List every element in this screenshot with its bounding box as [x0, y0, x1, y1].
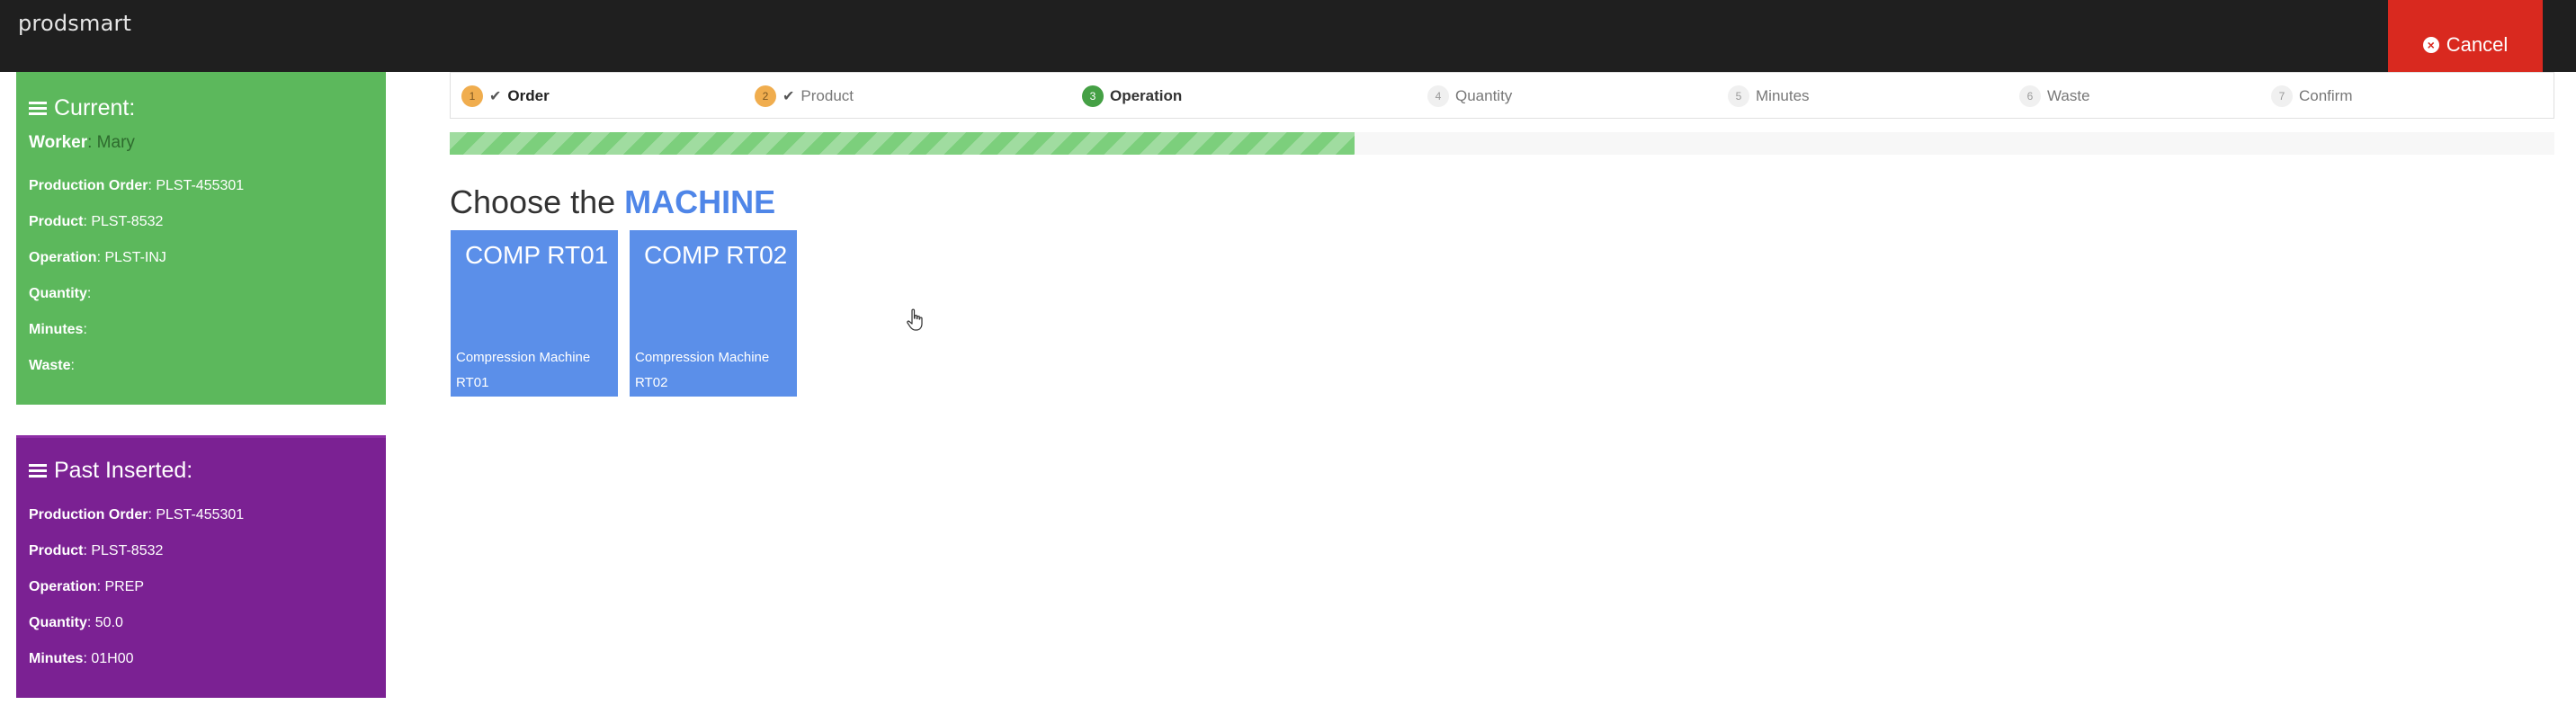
past-row-operation: Operation: PREP	[29, 579, 144, 595]
step-operation[interactable]: 3 Operation	[1082, 85, 1182, 107]
step-number: 4	[1427, 85, 1449, 107]
top-navbar: prodsmart × Cancel	[0, 0, 2576, 72]
machine-description: Compression Machine RT02	[635, 350, 770, 390]
current-row-minutes: Minutes:	[29, 322, 87, 338]
cancel-button[interactable]: × Cancel	[2388, 0, 2543, 72]
current-row-production-order: Production Order: PLST-455301	[29, 178, 244, 194]
worker-label: Worker	[29, 133, 88, 152]
step-product[interactable]: 2 ✔ Product	[755, 85, 854, 107]
hamburger-menu-icon	[29, 101, 47, 116]
step-label: Quantity	[1455, 87, 1513, 104]
heading-accent: MACHINE	[624, 183, 776, 220]
worker-value: : Mary	[87, 133, 135, 152]
row-label: Minutes	[29, 651, 84, 666]
row-value: : PLST-INJ	[96, 250, 166, 265]
past-row-product: Product: PLST-8532	[29, 543, 163, 559]
row-label: Quantity	[29, 286, 87, 301]
row-value: : PLST-8532	[83, 543, 164, 558]
step-number: 5	[1728, 85, 1749, 107]
cancel-button-label: Cancel	[2446, 33, 2509, 56]
row-label: Product	[29, 214, 84, 229]
row-label: Operation	[29, 250, 97, 265]
row-label: Product	[29, 543, 84, 558]
current-row-waste: Waste:	[29, 358, 75, 374]
current-row-product: Product: PLST-8532	[29, 214, 163, 230]
step-number: 7	[2271, 85, 2293, 107]
current-row-operation: Operation: PLST-INJ	[29, 250, 166, 266]
row-value: : PLST-8532	[83, 214, 164, 229]
past-panel-title: Past Inserted:	[29, 458, 192, 484]
step-label: Minutes	[1756, 87, 1810, 104]
past-panel-title-text: Past Inserted:	[54, 458, 193, 483]
times-circle-icon: ×	[2422, 37, 2439, 53]
step-confirm: 7 Confirm	[2271, 85, 2353, 107]
row-value: :	[70, 358, 75, 373]
step-label: Waste	[2047, 87, 2090, 104]
past-inserted-panel: Past Inserted: Production Order: PLST-45…	[16, 435, 386, 698]
row-label: Production Order	[29, 507, 148, 522]
machine-card-comp-rt02[interactable]: COMP RT02 Compression Machine RT02	[630, 230, 797, 397]
row-label: Operation	[29, 579, 97, 594]
worker-row: Worker: Mary	[29, 133, 135, 153]
row-value: : PREP	[96, 579, 145, 594]
checkmark-icon: ✔	[489, 89, 502, 104]
row-value: : 01H00	[83, 651, 134, 666]
row-value: : PLST-455301	[148, 178, 245, 193]
row-label: Waste	[29, 358, 71, 373]
step-waste: 6 Waste	[2019, 85, 2090, 107]
step-number: 6	[2019, 85, 2041, 107]
step-number: 1	[461, 85, 483, 107]
step-order[interactable]: 1 ✔ Order	[461, 85, 550, 107]
current-panel-title: Current:	[29, 95, 135, 121]
step-minutes: 5 Minutes	[1728, 85, 1810, 107]
hamburger-menu-icon	[29, 463, 47, 478]
machine-card-comp-rt01[interactable]: COMP RT01 Compression Machine RT01	[451, 230, 618, 397]
row-value: : PLST-455301	[148, 507, 245, 522]
app-logo[interactable]: prodsmart	[18, 11, 131, 36]
machine-code: COMP RT02	[644, 241, 788, 269]
step-number: 3	[1082, 85, 1104, 107]
step-number: 2	[755, 85, 776, 107]
hand-pointer-icon	[907, 308, 923, 331]
page-heading: Choose the MACHINE	[450, 183, 775, 221]
step-label: Confirm	[2299, 87, 2353, 104]
heading-prefix: Choose the	[450, 183, 625, 220]
wizard-step-bar: 1 ✔ Order 2 ✔ Product 3 Operation 4 Quanti…	[450, 72, 2554, 119]
machine-code: COMP RT01	[465, 241, 609, 269]
checkmark-icon: ✔	[783, 89, 795, 104]
current-panel: Current: Worker: Mary Production Order: …	[16, 72, 386, 405]
past-row-minutes: Minutes: 01H00	[29, 651, 134, 667]
step-label: Operation	[1110, 87, 1183, 104]
row-label: Minutes	[29, 322, 84, 337]
row-label: Production Order	[29, 178, 148, 193]
current-row-quantity: Quantity:	[29, 286, 91, 302]
row-value: : 50.0	[86, 615, 123, 630]
progress-bar	[450, 132, 2554, 155]
step-label: Product	[801, 87, 854, 104]
step-label: Order	[507, 87, 550, 104]
progress-bar-fill	[450, 132, 1355, 155]
row-value: :	[83, 322, 87, 337]
machine-description: Compression Machine RT01	[456, 350, 591, 390]
row-value: :	[86, 286, 92, 301]
past-row-production-order: Production Order: PLST-455301	[29, 507, 244, 523]
past-row-quantity: Quantity: 50.0	[29, 615, 123, 631]
step-quantity: 4 Quantity	[1427, 85, 1512, 107]
row-label: Quantity	[29, 615, 87, 630]
current-panel-title-text: Current:	[54, 95, 136, 120]
